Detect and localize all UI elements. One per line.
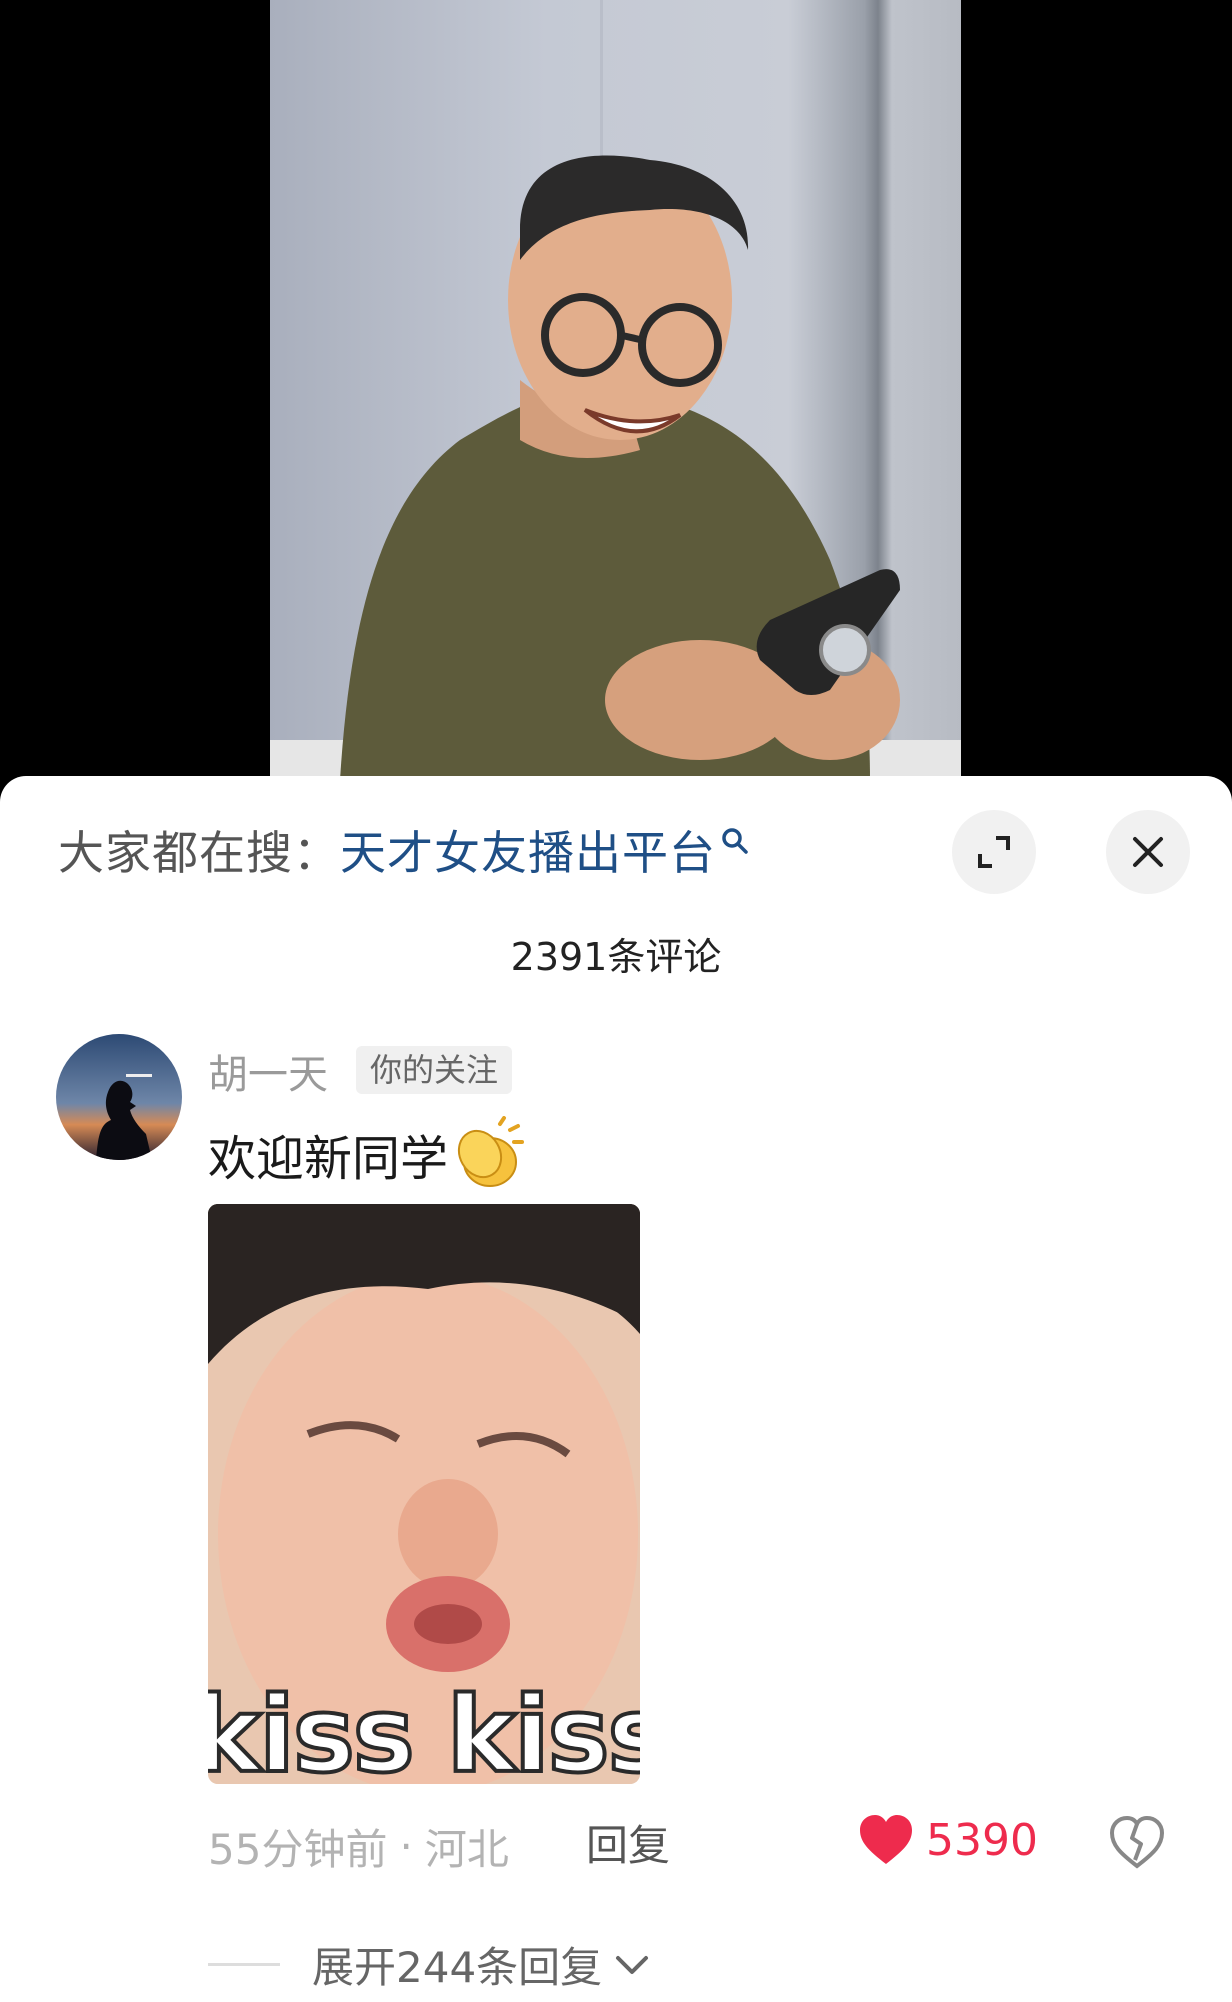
search-term-link[interactable]: 天才女友播出平台 [340, 817, 716, 883]
sticker-caption: kiss kiss~ [208, 1672, 640, 1784]
trending-search-bar[interactable]: 大家都在搜： 天才女友播出平台 [58, 820, 750, 880]
chevron-down-icon [616, 1955, 649, 1974]
comment-count-title: 2391条评论 [510, 935, 722, 979]
heart-filled-icon [860, 1815, 912, 1864]
close-icon [1133, 837, 1163, 867]
following-badge: 你的关注 [356, 1046, 513, 1094]
comment-meta: 55分钟前 · 河北 [208, 1818, 509, 1874]
avatar[interactable] [56, 1034, 182, 1160]
clapping-hands-icon [457, 1116, 525, 1187]
video-content-illustration [270, 0, 961, 800]
close-button[interactable] [1106, 810, 1190, 894]
meta-separator: · [399, 1821, 413, 1871]
comment-location: 河北 [424, 1824, 509, 1874]
search-icon [722, 828, 748, 854]
comment-timestamp: 55分钟前 [208, 1824, 388, 1874]
expand-icon [978, 836, 1010, 868]
expand-replies[interactable]: 展开244条回复 [208, 1934, 652, 1995]
avatar-image [56, 1034, 182, 1160]
comment-text-content: 欢迎新同学 [208, 1131, 449, 1187]
reply-button[interactable]: 回复 [586, 1818, 670, 1874]
comment-text: 欢迎新同学 [208, 1116, 528, 1192]
comment-username[interactable]: 胡一天 [208, 1042, 328, 1100]
expand-replies-label: 展开244条回复 [312, 1943, 603, 1992]
like-button[interactable]: 5390 [858, 1814, 1038, 1866]
video-frame [270, 0, 961, 800]
fullscreen-button[interactable] [952, 810, 1036, 894]
like-count: 5390 [926, 1814, 1038, 1866]
broken-heart-icon[interactable] [1108, 1814, 1166, 1870]
video-player[interactable] [0, 0, 1232, 800]
divider-line [208, 1963, 280, 1966]
search-prefix-label: 大家都在搜： [58, 826, 340, 880]
comment-image-sticker[interactable]: kiss kiss~ [208, 1204, 640, 1784]
comment-sheet: 大家都在搜： 天才女友播出平台 2391条评论 胡一天 你的关注 欢迎新同学 k… [0, 776, 1232, 2002]
